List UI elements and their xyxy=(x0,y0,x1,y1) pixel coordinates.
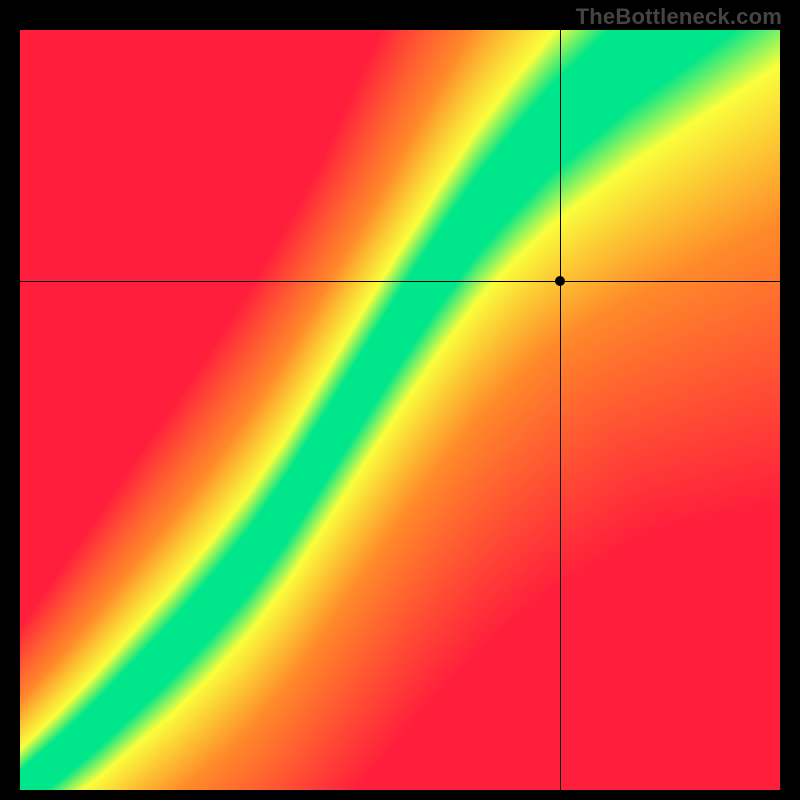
crosshair-vertical xyxy=(560,30,561,790)
marker-dot xyxy=(555,276,565,286)
heatmap-plot xyxy=(20,30,780,790)
watermark-text: TheBottleneck.com xyxy=(576,4,782,30)
crosshair-horizontal xyxy=(20,281,780,282)
heatmap-canvas xyxy=(20,30,780,790)
